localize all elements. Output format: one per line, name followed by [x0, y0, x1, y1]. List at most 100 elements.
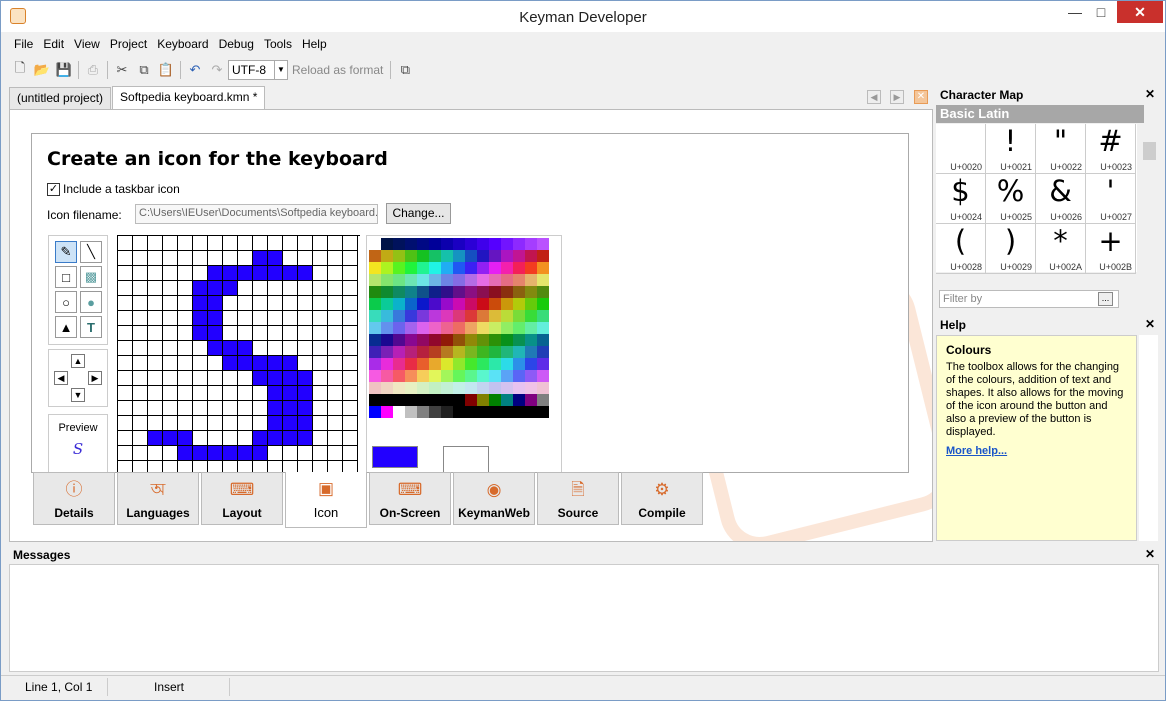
- palette-swatch[interactable]: [489, 382, 501, 394]
- palette-swatch[interactable]: [417, 406, 429, 418]
- colour-palette[interactable]: [366, 235, 562, 472]
- palette-swatch[interactable]: [501, 322, 513, 334]
- palette-swatch[interactable]: [441, 274, 453, 286]
- palette-swatch[interactable]: [393, 286, 405, 298]
- pixel-cell[interactable]: [223, 416, 238, 431]
- filled-ellipse-icon[interactable]: ●: [80, 291, 102, 313]
- palette-swatch[interactable]: [513, 274, 525, 286]
- pixel-cell[interactable]: [193, 266, 208, 281]
- pixel-cell[interactable]: [133, 371, 148, 386]
- pixel-cell[interactable]: [328, 356, 343, 371]
- pixel-cell[interactable]: [313, 416, 328, 431]
- palette-swatch[interactable]: [537, 274, 549, 286]
- palette-swatch[interactable]: [501, 286, 513, 298]
- pixel-cell[interactable]: [238, 431, 253, 446]
- palette-swatch[interactable]: [441, 310, 453, 322]
- palette-swatch[interactable]: [525, 262, 537, 274]
- palette-swatch[interactable]: [369, 394, 381, 406]
- palette-swatch[interactable]: [369, 406, 381, 418]
- pixel-cell[interactable]: [163, 401, 178, 416]
- pixel-cell[interactable]: [313, 326, 328, 341]
- palette-swatch[interactable]: [429, 370, 441, 382]
- palette-swatch[interactable]: [393, 274, 405, 286]
- palette-swatch[interactable]: [417, 322, 429, 334]
- palette-swatch[interactable]: [441, 358, 453, 370]
- palette-swatch[interactable]: [381, 322, 393, 334]
- palette-swatch[interactable]: [525, 298, 537, 310]
- pixel-cell[interactable]: [223, 236, 238, 251]
- palette-swatch[interactable]: [369, 298, 381, 310]
- pixel-cell[interactable]: [193, 371, 208, 386]
- maximize-button[interactable]: □: [1088, 1, 1114, 23]
- palette-swatch[interactable]: [513, 250, 525, 262]
- palette-swatch[interactable]: [501, 394, 513, 406]
- palette-swatch[interactable]: [417, 382, 429, 394]
- close-character-map-icon[interactable]: ✕: [1145, 87, 1155, 101]
- pixel-cell[interactable]: [148, 371, 163, 386]
- palette-swatch[interactable]: [417, 310, 429, 322]
- pixel-cell[interactable]: [343, 431, 358, 446]
- pixel-cell[interactable]: [223, 356, 238, 371]
- pixel-cell[interactable]: [118, 311, 133, 326]
- pixel-canvas[interactable]: [117, 235, 360, 472]
- pixel-cell[interactable]: [133, 341, 148, 356]
- pixel-cell[interactable]: [118, 446, 133, 461]
- pixel-cell[interactable]: [268, 371, 283, 386]
- pixel-cell[interactable]: [148, 446, 163, 461]
- checkmark-icon[interactable]: ✓: [47, 182, 60, 196]
- palette-swatch[interactable]: [501, 370, 513, 382]
- palette-swatch[interactable]: [513, 262, 525, 274]
- pixel-cell[interactable]: [178, 281, 193, 296]
- palette-swatch[interactable]: [477, 298, 489, 310]
- palette-swatch[interactable]: [405, 286, 417, 298]
- pixel-cell[interactable]: [298, 356, 313, 371]
- pixel-cell[interactable]: [208, 371, 223, 386]
- palette-swatch[interactable]: [453, 310, 465, 322]
- line-icon[interactable]: ╲: [80, 241, 102, 263]
- palette-swatch[interactable]: [477, 262, 489, 274]
- palette-swatch[interactable]: [537, 310, 549, 322]
- palette-swatch[interactable]: [453, 262, 465, 274]
- pixel-cell[interactable]: [328, 281, 343, 296]
- pixel-cell[interactable]: [193, 341, 208, 356]
- character-map-scrollbar[interactable]: [1141, 124, 1158, 272]
- palette-swatch[interactable]: [429, 406, 441, 418]
- pixel-cell[interactable]: [163, 356, 178, 371]
- pixel-cell[interactable]: [283, 341, 298, 356]
- palette-swatch[interactable]: [453, 274, 465, 286]
- palette-swatch[interactable]: [417, 346, 429, 358]
- pixel-cell[interactable]: [118, 251, 133, 266]
- pixel-cell[interactable]: [253, 311, 268, 326]
- palette-swatch[interactable]: [489, 298, 501, 310]
- pixel-cell[interactable]: [328, 341, 343, 356]
- palette-swatch[interactable]: [429, 238, 441, 250]
- palette-swatch[interactable]: [477, 238, 489, 250]
- pixel-cell[interactable]: [163, 446, 178, 461]
- palette-swatch[interactable]: [489, 286, 501, 298]
- pixel-cell[interactable]: [178, 416, 193, 431]
- character-cell[interactable]: # U+0023: [1086, 124, 1136, 174]
- pixel-cell[interactable]: [148, 281, 163, 296]
- palette-swatch[interactable]: [417, 286, 429, 298]
- pixel-cell[interactable]: [253, 386, 268, 401]
- pixel-cell[interactable]: [163, 311, 178, 326]
- text-tool-icon[interactable]: T: [80, 316, 102, 338]
- palette-swatch[interactable]: [537, 334, 549, 346]
- pixel-cell[interactable]: [328, 401, 343, 416]
- palette-swatch[interactable]: [381, 298, 393, 310]
- palette-swatch[interactable]: [441, 286, 453, 298]
- pixel-cell[interactable]: [208, 311, 223, 326]
- palette-swatch[interactable]: [453, 298, 465, 310]
- palette-swatch[interactable]: [381, 370, 393, 382]
- pixel-cell[interactable]: [193, 311, 208, 326]
- pixel-cell[interactable]: [208, 356, 223, 371]
- palette-swatch[interactable]: [381, 382, 393, 394]
- palette-swatch[interactable]: [465, 274, 477, 286]
- pixel-cell[interactable]: [268, 311, 283, 326]
- palette-swatch[interactable]: [489, 346, 501, 358]
- pixel-cell[interactable]: [328, 251, 343, 266]
- pixel-cell[interactable]: [118, 386, 133, 401]
- palette-swatch[interactable]: [453, 250, 465, 262]
- palette-swatch[interactable]: [537, 238, 549, 250]
- pixel-cell[interactable]: [208, 281, 223, 296]
